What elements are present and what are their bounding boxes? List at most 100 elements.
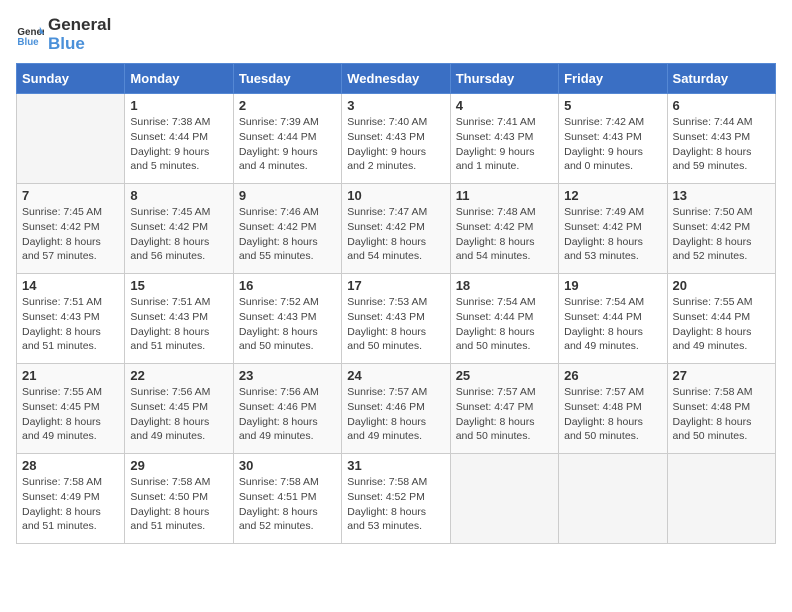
day-number: 30 (239, 458, 336, 473)
cell-info: Sunrise: 7:49 AM Sunset: 4:42 PM Dayligh… (564, 205, 661, 264)
cell-info: Sunrise: 7:57 AM Sunset: 4:48 PM Dayligh… (564, 385, 661, 444)
calendar-cell: 2 Sunrise: 7:39 AM Sunset: 4:44 PM Dayli… (233, 94, 341, 184)
day-number: 18 (456, 278, 553, 293)
cell-info: Sunrise: 7:53 AM Sunset: 4:43 PM Dayligh… (347, 295, 444, 354)
cell-info: Sunrise: 7:54 AM Sunset: 4:44 PM Dayligh… (456, 295, 553, 354)
cell-info: Sunrise: 7:47 AM Sunset: 4:42 PM Dayligh… (347, 205, 444, 264)
day-number: 31 (347, 458, 444, 473)
calendar-cell: 14 Sunrise: 7:51 AM Sunset: 4:43 PM Dayl… (17, 274, 125, 364)
day-header-friday: Friday (559, 64, 667, 94)
logo-icon: General Blue (16, 21, 44, 49)
cell-info: Sunrise: 7:58 AM Sunset: 4:52 PM Dayligh… (347, 475, 444, 534)
day-number: 4 (456, 98, 553, 113)
week-row-1: 1 Sunrise: 7:38 AM Sunset: 4:44 PM Dayli… (17, 94, 776, 184)
day-number: 19 (564, 278, 661, 293)
week-row-2: 7 Sunrise: 7:45 AM Sunset: 4:42 PM Dayli… (17, 184, 776, 274)
day-number: 28 (22, 458, 119, 473)
day-number: 26 (564, 368, 661, 383)
calendar-cell: 7 Sunrise: 7:45 AM Sunset: 4:42 PM Dayli… (17, 184, 125, 274)
calendar-cell: 24 Sunrise: 7:57 AM Sunset: 4:46 PM Dayl… (342, 364, 450, 454)
calendar-table: SundayMondayTuesdayWednesdayThursdayFrid… (16, 63, 776, 544)
week-row-4: 21 Sunrise: 7:55 AM Sunset: 4:45 PM Dayl… (17, 364, 776, 454)
calendar-cell: 23 Sunrise: 7:56 AM Sunset: 4:46 PM Dayl… (233, 364, 341, 454)
day-number: 1 (130, 98, 227, 113)
week-row-5: 28 Sunrise: 7:58 AM Sunset: 4:49 PM Dayl… (17, 454, 776, 544)
cell-info: Sunrise: 7:51 AM Sunset: 4:43 PM Dayligh… (130, 295, 227, 354)
svg-text:Blue: Blue (17, 36, 39, 47)
calendar-cell: 15 Sunrise: 7:51 AM Sunset: 4:43 PM Dayl… (125, 274, 233, 364)
day-number: 21 (22, 368, 119, 383)
cell-info: Sunrise: 7:45 AM Sunset: 4:42 PM Dayligh… (22, 205, 119, 264)
day-number: 10 (347, 188, 444, 203)
cell-info: Sunrise: 7:57 AM Sunset: 4:47 PM Dayligh… (456, 385, 553, 444)
day-number: 17 (347, 278, 444, 293)
calendar-cell (667, 454, 775, 544)
cell-info: Sunrise: 7:54 AM Sunset: 4:44 PM Dayligh… (564, 295, 661, 354)
week-row-3: 14 Sunrise: 7:51 AM Sunset: 4:43 PM Dayl… (17, 274, 776, 364)
calendar-cell: 26 Sunrise: 7:57 AM Sunset: 4:48 PM Dayl… (559, 364, 667, 454)
day-number: 5 (564, 98, 661, 113)
cell-info: Sunrise: 7:42 AM Sunset: 4:43 PM Dayligh… (564, 115, 661, 174)
logo-blue-text: Blue (48, 35, 111, 54)
day-number: 14 (22, 278, 119, 293)
calendar-cell: 4 Sunrise: 7:41 AM Sunset: 4:43 PM Dayli… (450, 94, 558, 184)
cell-info: Sunrise: 7:51 AM Sunset: 4:43 PM Dayligh… (22, 295, 119, 354)
day-number: 15 (130, 278, 227, 293)
calendar-cell (450, 454, 558, 544)
day-number: 27 (673, 368, 770, 383)
calendar-cell: 12 Sunrise: 7:49 AM Sunset: 4:42 PM Dayl… (559, 184, 667, 274)
calendar-cell: 8 Sunrise: 7:45 AM Sunset: 4:42 PM Dayli… (125, 184, 233, 274)
logo: General Blue General Blue (16, 16, 111, 53)
day-number: 12 (564, 188, 661, 203)
day-header-sunday: Sunday (17, 64, 125, 94)
cell-info: Sunrise: 7:40 AM Sunset: 4:43 PM Dayligh… (347, 115, 444, 174)
day-header-wednesday: Wednesday (342, 64, 450, 94)
cell-info: Sunrise: 7:44 AM Sunset: 4:43 PM Dayligh… (673, 115, 770, 174)
calendar-cell (559, 454, 667, 544)
day-number: 11 (456, 188, 553, 203)
calendar-cell: 17 Sunrise: 7:53 AM Sunset: 4:43 PM Dayl… (342, 274, 450, 364)
day-number: 25 (456, 368, 553, 383)
calendar-cell: 25 Sunrise: 7:57 AM Sunset: 4:47 PM Dayl… (450, 364, 558, 454)
day-number: 29 (130, 458, 227, 473)
calendar-cell: 27 Sunrise: 7:58 AM Sunset: 4:48 PM Dayl… (667, 364, 775, 454)
day-header-thursday: Thursday (450, 64, 558, 94)
calendar-cell: 13 Sunrise: 7:50 AM Sunset: 4:42 PM Dayl… (667, 184, 775, 274)
day-header-tuesday: Tuesday (233, 64, 341, 94)
calendar-cell: 29 Sunrise: 7:58 AM Sunset: 4:50 PM Dayl… (125, 454, 233, 544)
cell-info: Sunrise: 7:50 AM Sunset: 4:42 PM Dayligh… (673, 205, 770, 264)
calendar-cell: 28 Sunrise: 7:58 AM Sunset: 4:49 PM Dayl… (17, 454, 125, 544)
cell-info: Sunrise: 7:58 AM Sunset: 4:49 PM Dayligh… (22, 475, 119, 534)
logo-general-text: General (48, 16, 111, 35)
calendar-cell: 22 Sunrise: 7:56 AM Sunset: 4:45 PM Dayl… (125, 364, 233, 454)
calendar-cell: 9 Sunrise: 7:46 AM Sunset: 4:42 PM Dayli… (233, 184, 341, 274)
calendar-cell: 16 Sunrise: 7:52 AM Sunset: 4:43 PM Dayl… (233, 274, 341, 364)
cell-info: Sunrise: 7:57 AM Sunset: 4:46 PM Dayligh… (347, 385, 444, 444)
cell-info: Sunrise: 7:41 AM Sunset: 4:43 PM Dayligh… (456, 115, 553, 174)
day-number: 16 (239, 278, 336, 293)
day-number: 9 (239, 188, 336, 203)
calendar-cell: 20 Sunrise: 7:55 AM Sunset: 4:44 PM Dayl… (667, 274, 775, 364)
calendar-cell: 6 Sunrise: 7:44 AM Sunset: 4:43 PM Dayli… (667, 94, 775, 184)
cell-info: Sunrise: 7:38 AM Sunset: 4:44 PM Dayligh… (130, 115, 227, 174)
cell-info: Sunrise: 7:58 AM Sunset: 4:48 PM Dayligh… (673, 385, 770, 444)
calendar-cell: 3 Sunrise: 7:40 AM Sunset: 4:43 PM Dayli… (342, 94, 450, 184)
calendar-cell: 1 Sunrise: 7:38 AM Sunset: 4:44 PM Dayli… (125, 94, 233, 184)
day-number: 22 (130, 368, 227, 383)
cell-info: Sunrise: 7:56 AM Sunset: 4:46 PM Dayligh… (239, 385, 336, 444)
cell-info: Sunrise: 7:55 AM Sunset: 4:44 PM Dayligh… (673, 295, 770, 354)
calendar-cell (17, 94, 125, 184)
calendar-cell: 5 Sunrise: 7:42 AM Sunset: 4:43 PM Dayli… (559, 94, 667, 184)
calendar-cell: 18 Sunrise: 7:54 AM Sunset: 4:44 PM Dayl… (450, 274, 558, 364)
calendar-cell: 11 Sunrise: 7:48 AM Sunset: 4:42 PM Dayl… (450, 184, 558, 274)
cell-info: Sunrise: 7:39 AM Sunset: 4:44 PM Dayligh… (239, 115, 336, 174)
header: General Blue General Blue (16, 16, 776, 53)
day-header-monday: Monday (125, 64, 233, 94)
day-number: 3 (347, 98, 444, 113)
calendar-cell: 19 Sunrise: 7:54 AM Sunset: 4:44 PM Dayl… (559, 274, 667, 364)
cell-info: Sunrise: 7:58 AM Sunset: 4:51 PM Dayligh… (239, 475, 336, 534)
day-number: 6 (673, 98, 770, 113)
cell-info: Sunrise: 7:48 AM Sunset: 4:42 PM Dayligh… (456, 205, 553, 264)
day-number: 24 (347, 368, 444, 383)
day-number: 8 (130, 188, 227, 203)
